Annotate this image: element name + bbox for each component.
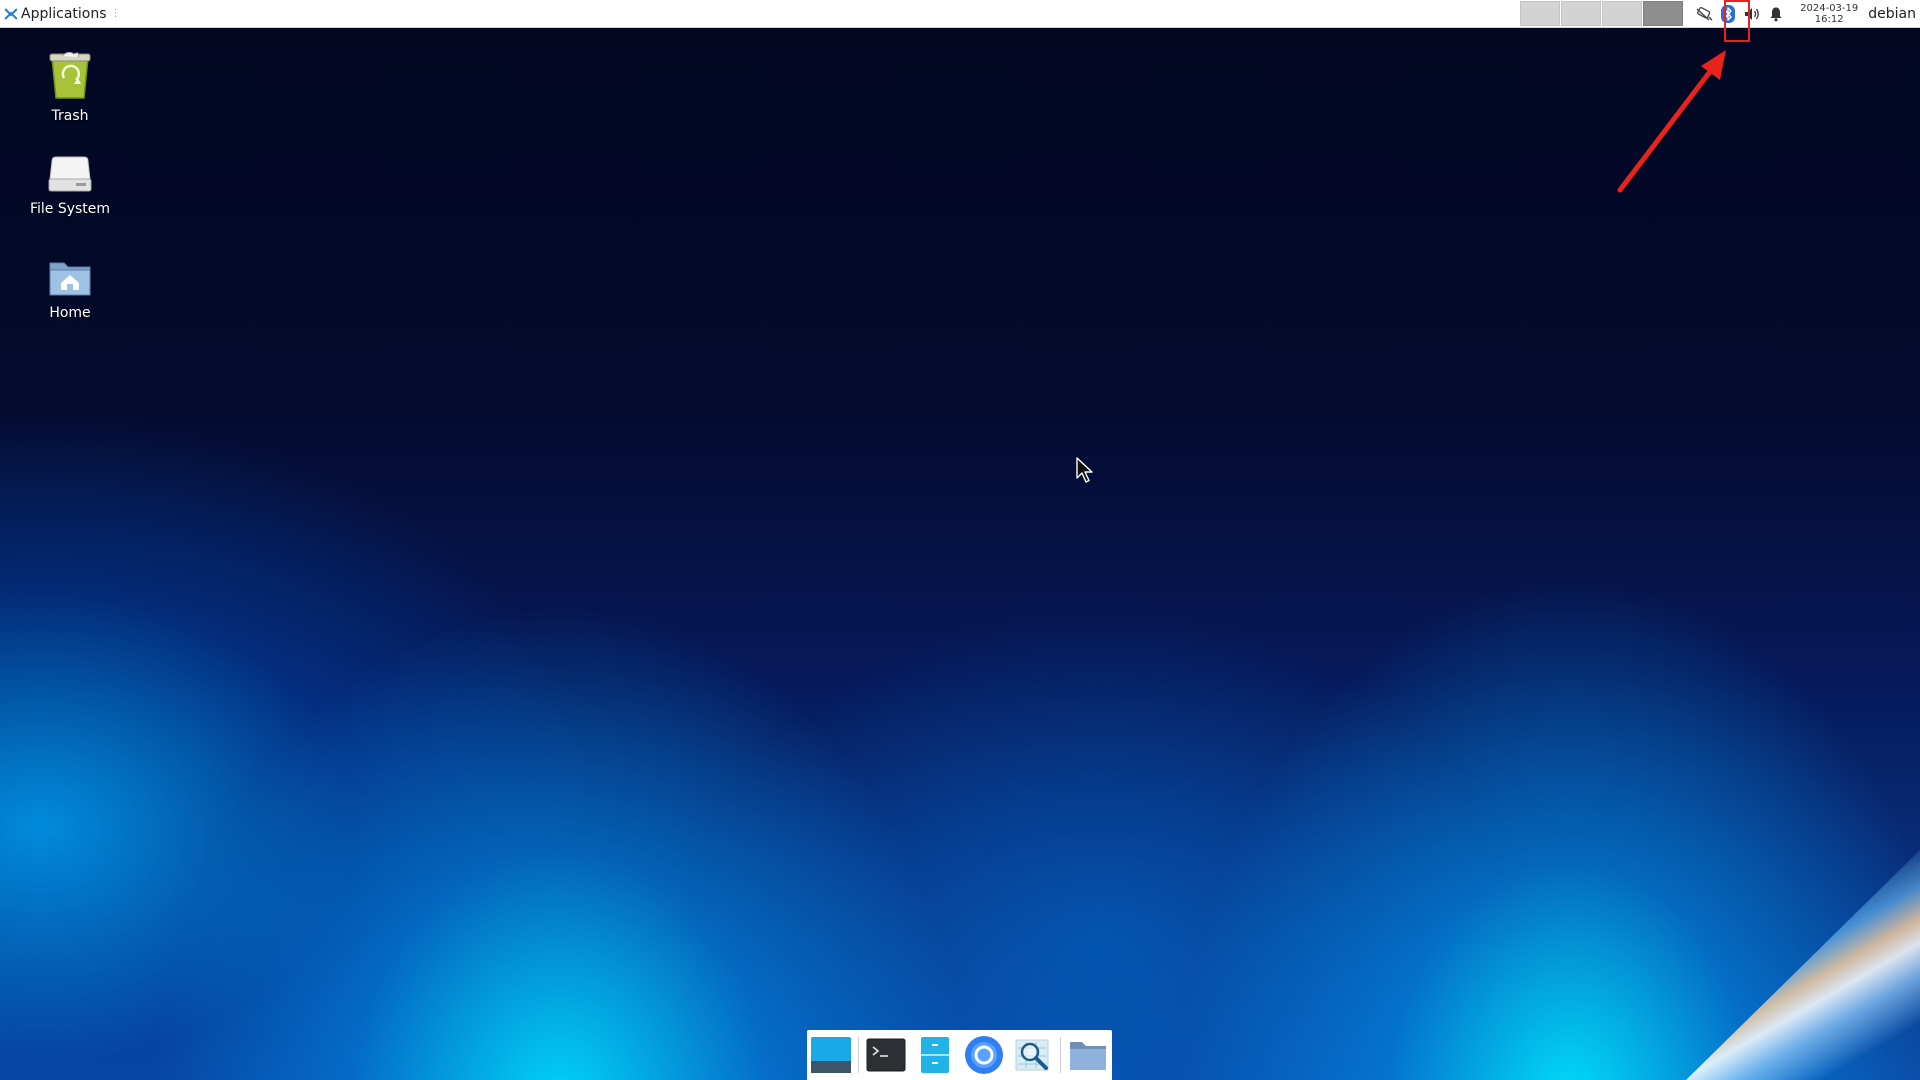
bluetooth-icon	[1721, 4, 1736, 23]
clock-date: 2024-03-19	[1800, 2, 1859, 14]
bluetooth-tray[interactable]	[1716, 0, 1740, 27]
applications-label: Applications	[21, 5, 107, 22]
dock-separator	[858, 1037, 860, 1073]
desktop-icon-home[interactable]: Home	[10, 257, 130, 321]
file-manager-icon	[921, 1037, 950, 1073]
bottom-dock	[807, 1030, 1112, 1080]
app-finder-icon	[1015, 1039, 1049, 1071]
dock-terminal[interactable]	[864, 1033, 908, 1077]
drive-icon	[48, 156, 92, 192]
dock-folder[interactable]	[1066, 1033, 1110, 1077]
notification-bell-icon	[1770, 7, 1782, 21]
volume-icon	[1745, 7, 1760, 20]
xfce-logo-icon	[4, 8, 18, 19]
folder-icon	[1069, 1042, 1106, 1070]
notifications-tray[interactable]	[1764, 0, 1788, 27]
workspace-3[interactable]	[1602, 1, 1643, 26]
show-desktop-icon	[811, 1037, 852, 1073]
desktop-icon-file-system[interactable]: File System	[10, 155, 130, 217]
trash-icon	[49, 51, 91, 99]
annotation-arrow	[1617, 50, 1726, 193]
desktop-icon-label: Home	[49, 305, 91, 321]
dock-web-browser[interactable]	[962, 1033, 1006, 1077]
dock-separator	[1059, 1037, 1061, 1073]
workspace-1[interactable]	[1520, 1, 1561, 26]
dock-file-manager[interactable]	[913, 1033, 957, 1077]
home-folder-icon	[49, 262, 91, 296]
clock-time: 16:12	[1814, 13, 1844, 25]
dock-app-finder[interactable]	[1011, 1033, 1055, 1077]
clock[interactable]: 2024-03-19 16:12	[1800, 3, 1858, 25]
mouse-cursor-icon	[1076, 457, 1093, 483]
top-panel: Applications ⋮ 2024-03-19 16:12 debian	[0, 0, 1920, 28]
desktop-icon-label: File System	[29, 201, 111, 217]
workspace-4[interactable]	[1643, 1, 1684, 26]
web-browser-icon	[964, 1036, 1003, 1074]
network-tray[interactable]	[1692, 0, 1716, 27]
network-disconnected-icon	[1696, 6, 1713, 21]
volume-tray[interactable]	[1740, 0, 1764, 27]
workspace-switcher	[1520, 1, 1684, 26]
desktop-icon-trash[interactable]: Trash	[10, 48, 130, 124]
workspace-2[interactable]	[1561, 1, 1602, 26]
terminal-icon	[866, 1038, 906, 1072]
applications-menu[interactable]: Applications ⋮	[0, 0, 121, 27]
panel-grip-icon: ⋮	[110, 8, 121, 19]
desktop-icon-label: Trash	[51, 108, 89, 124]
dock-show-desktop[interactable]	[809, 1033, 853, 1077]
wallpaper-light-streak	[1686, 850, 1920, 1080]
user-menu[interactable]: debian	[1868, 6, 1916, 22]
